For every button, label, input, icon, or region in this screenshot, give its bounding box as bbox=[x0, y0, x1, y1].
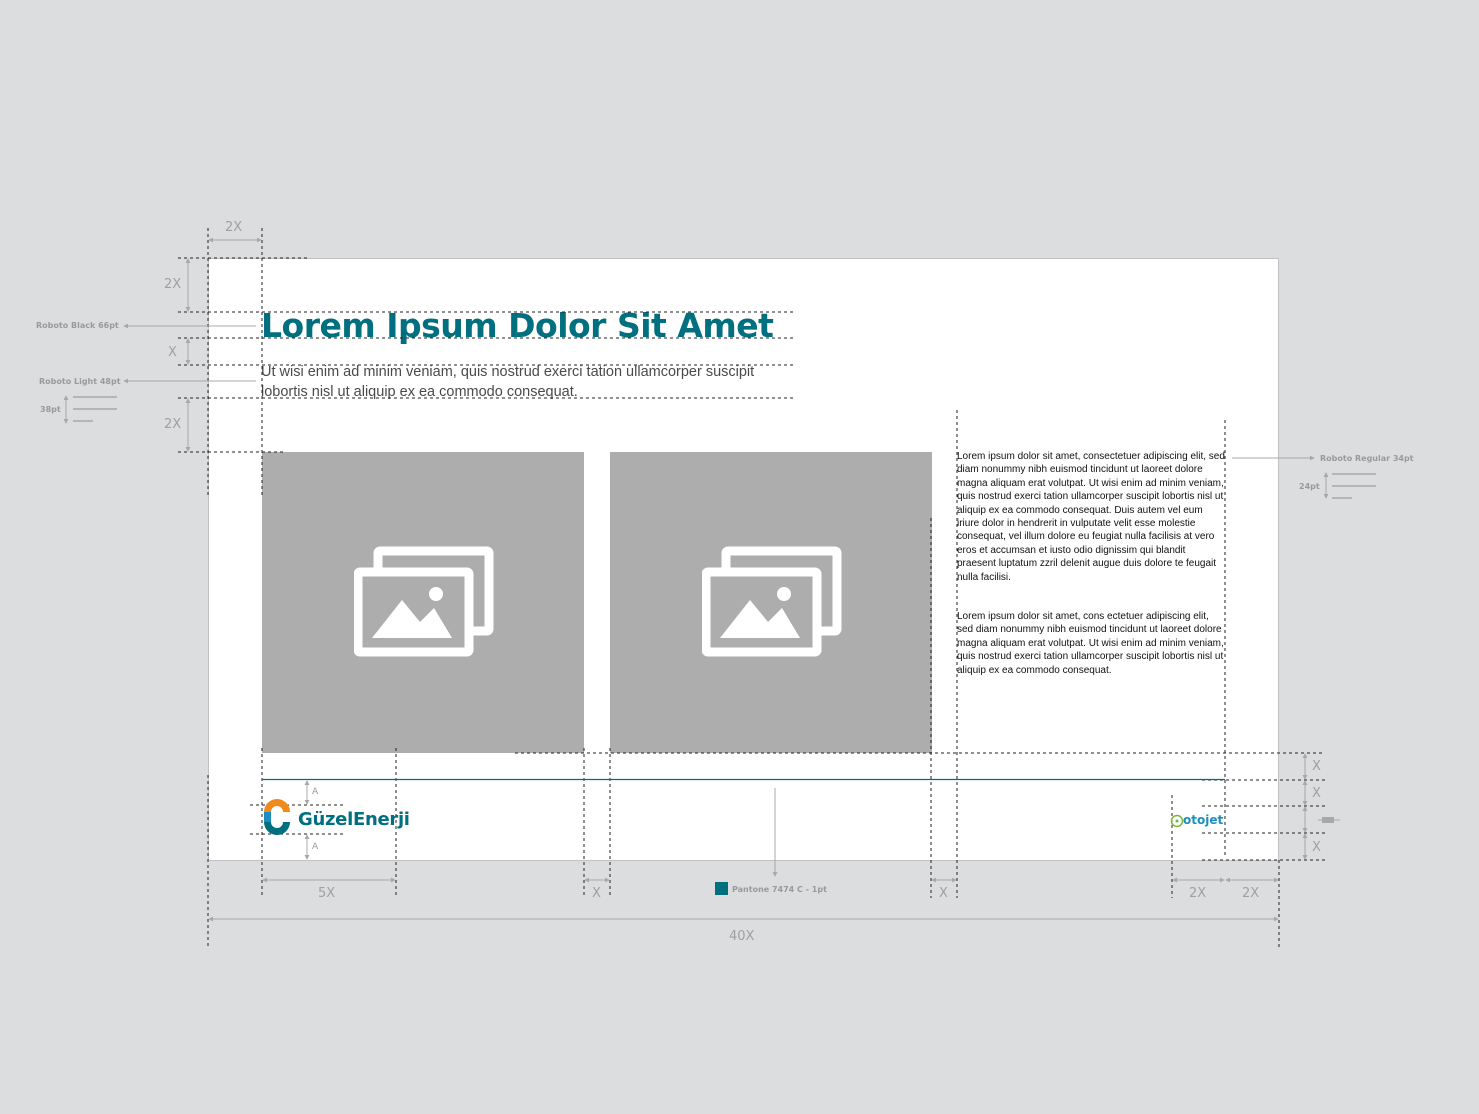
dim-top-margin: 2X bbox=[164, 277, 182, 292]
dim-gutter-a: X bbox=[592, 886, 601, 901]
pantone-swatch bbox=[715, 882, 728, 895]
annotation-subtitle-leading: 38pt bbox=[40, 405, 61, 414]
annotation-headline-font: Roboto Black 66pt bbox=[36, 321, 119, 330]
guzel-enerji-logo-mark bbox=[264, 799, 290, 835]
annotation-body-font: Roboto Regular 34pt bbox=[1320, 454, 1414, 463]
dim-right-x-3: X bbox=[1312, 840, 1321, 855]
dim-gutter-b: X bbox=[939, 886, 948, 901]
dim-title-gap: X bbox=[168, 345, 177, 360]
dim-right-x-2: X bbox=[1312, 786, 1321, 801]
dim-logo-pad-top: A bbox=[312, 787, 319, 797]
dim-logo-pad-bottom: A bbox=[312, 842, 319, 852]
dim-logo-width: 5X bbox=[318, 886, 336, 901]
otojet-logo: otojet bbox=[1183, 813, 1224, 827]
annotation-body-leading: 24pt bbox=[1299, 482, 1320, 491]
dim-right-2x-a: 2X bbox=[1189, 886, 1207, 901]
guideline-canvas: Lorem Ipsum Dolor Sit Amet Ut wisi enim … bbox=[0, 0, 1479, 1114]
annotation-pantone: Pantone 7474 C - 1pt bbox=[732, 885, 827, 894]
otojet-logo-mark bbox=[1170, 814, 1184, 828]
guzel-enerji-logo: GüzelEnerji bbox=[298, 809, 410, 830]
annotation-subtitle-font: Roboto Light 48pt bbox=[39, 377, 121, 386]
dim-total-width: 40X bbox=[729, 929, 755, 944]
dim-top-left-width: 2X bbox=[225, 220, 243, 235]
guide-lines bbox=[63, 228, 1376, 948]
dim-right-x-1: X bbox=[1312, 759, 1321, 774]
dim-right-2x-b: 2X bbox=[1242, 886, 1260, 901]
dim-subtitle-gap: 2X bbox=[164, 417, 182, 432]
